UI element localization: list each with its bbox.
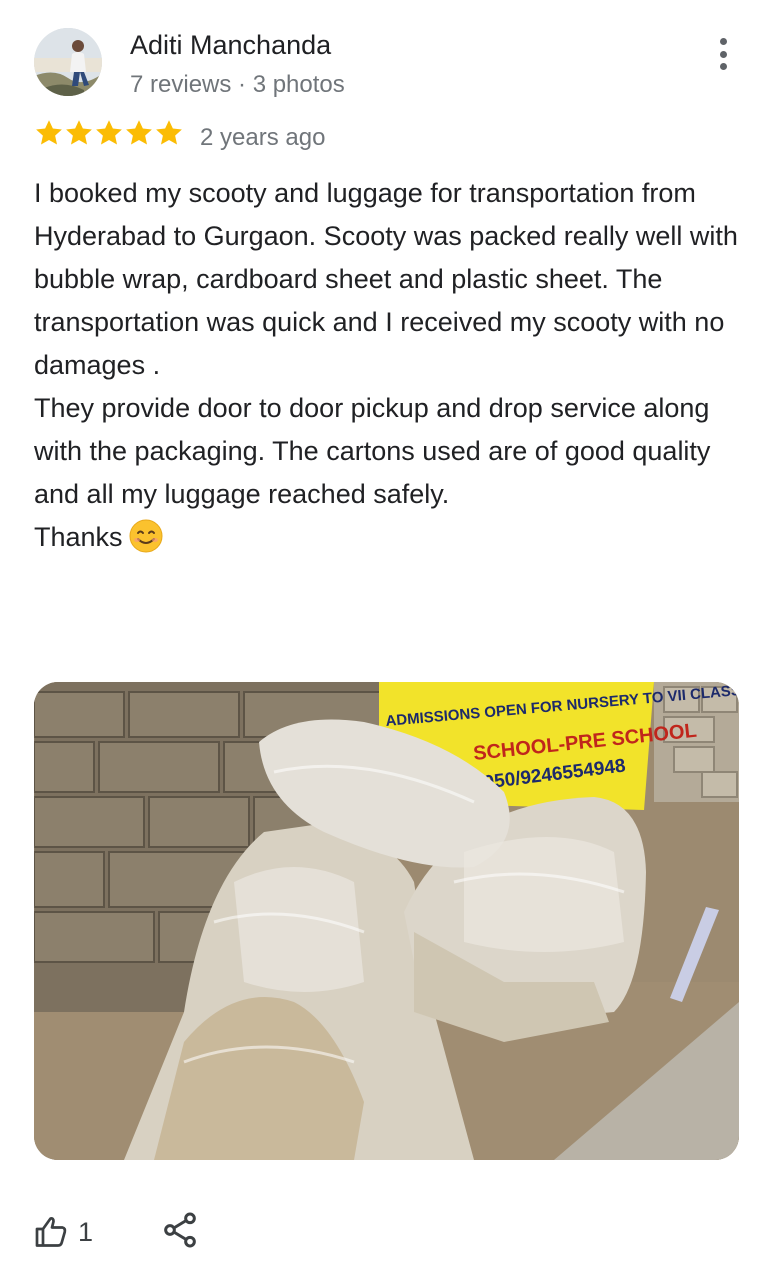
avatar-photo xyxy=(34,28,102,96)
author-name[interactable]: Aditi Manchanda xyxy=(130,28,331,62)
like-count: 1 xyxy=(78,1216,94,1247)
more-vert-icon xyxy=(719,38,727,45)
more-vert-icon-dot xyxy=(719,63,727,70)
star-icon xyxy=(36,120,62,145)
review-paragraph-closing: Thanks xyxy=(34,516,744,559)
share-icon xyxy=(164,1212,196,1248)
star-rating xyxy=(34,118,184,154)
star-icon xyxy=(156,120,182,145)
more-options-button[interactable] xyxy=(706,34,740,74)
star-icon xyxy=(96,120,122,145)
like-button[interactable]: 1 xyxy=(34,1210,93,1254)
review-text: I booked my scooty and luggage for trans… xyxy=(34,172,744,559)
packed-scooty-photo: ADMISSIONS OPEN FOR NURSERY TO VII CLASS… xyxy=(34,682,739,1160)
review-paragraph: Thanks xyxy=(34,522,123,552)
review-paragraph: They provide door to door pickup and dro… xyxy=(34,393,711,509)
more-vert-icon-dot xyxy=(719,50,727,58)
star-icon xyxy=(126,120,152,145)
review-paragraph: I booked my scooty and luggage for trans… xyxy=(34,178,738,380)
share-button[interactable] xyxy=(160,1210,200,1250)
review-date: 2 years ago xyxy=(200,124,326,151)
author-avatar[interactable] xyxy=(34,28,102,96)
author-meta: 7 reviews · 3 photos xyxy=(130,71,345,98)
thumb-up-icon xyxy=(35,1217,67,1247)
star-icon xyxy=(66,120,92,145)
review-photo[interactable]: ADMISSIONS OPEN FOR NURSERY TO VII CLASS… xyxy=(34,682,739,1160)
smiling-face-icon xyxy=(129,519,163,553)
